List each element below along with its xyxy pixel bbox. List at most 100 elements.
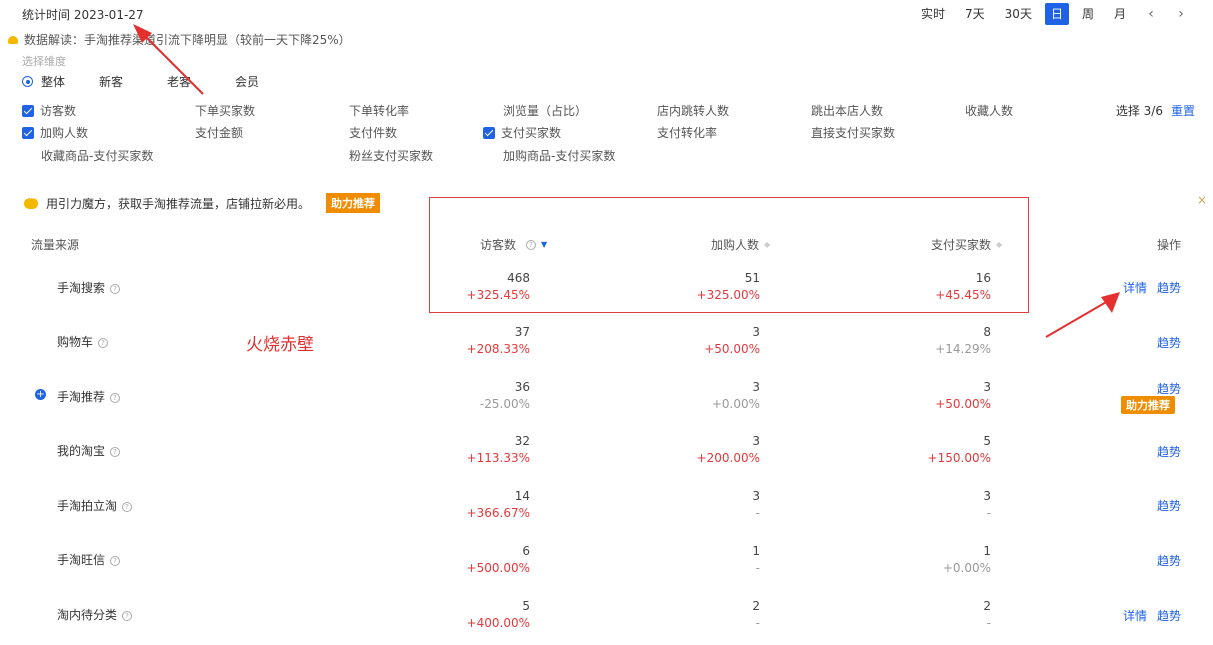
value: 6 xyxy=(522,544,530,558)
annotation-arrow-right xyxy=(1045,292,1120,338)
checkbox-checked-icon xyxy=(22,126,34,139)
metric-label: 支付件数 xyxy=(349,126,398,140)
change: +150.00% xyxy=(927,451,991,465)
cell-pay-buyers: 3- xyxy=(891,489,991,520)
table-row-name: 手淘拍立淘? xyxy=(57,497,133,514)
change: - xyxy=(755,561,760,575)
header-source: 流量来源 xyxy=(31,236,79,253)
help-icon[interactable]: ? xyxy=(110,283,121,294)
value: 3 xyxy=(752,380,760,394)
close-icon[interactable]: × xyxy=(1197,193,1207,207)
reset-button[interactable]: 重置 xyxy=(1171,102,1195,119)
cell-pay-buyers: 3 +50.00% xyxy=(891,380,991,411)
metric-cart-pay[interactable]: 加购商品-支付买家数 xyxy=(503,147,615,164)
period-realtime[interactable]: 实时 xyxy=(914,3,952,25)
help-icon[interactable]: ? xyxy=(98,337,109,348)
source-label: 手淘推荐 xyxy=(57,390,106,404)
metric-label: 支付买家数 xyxy=(501,126,562,140)
metric-pay-buyers[interactable]: 支付买家数 xyxy=(483,124,561,141)
trend-link[interactable]: 趋势 xyxy=(1157,607,1181,624)
change: +50.00% xyxy=(935,397,991,411)
metric-order-buyers[interactable]: 下单买家数 xyxy=(195,102,255,119)
cell-visitors: 37 +208.33% xyxy=(430,325,530,356)
chevron-right-icon[interactable]: › xyxy=(1169,6,1193,22)
promo-assist-button[interactable]: 助力推荐 xyxy=(326,193,381,213)
trend-link[interactable]: 趋势 xyxy=(1157,334,1181,351)
dimension-option-member[interactable]: 会员 xyxy=(235,73,259,90)
period-month[interactable]: 月 xyxy=(1107,3,1133,25)
cell-pay-buyers: 8 +14.29% xyxy=(891,325,991,356)
dimension-option-all[interactable]: 整体 xyxy=(22,73,65,90)
metric-label: 店内跳转人数 xyxy=(657,104,730,118)
help-icon[interactable]: ? xyxy=(110,555,121,566)
cell-pay-buyers: 2- xyxy=(891,599,991,630)
metric-fans-pay[interactable]: 粉丝支付买家数 xyxy=(349,147,433,164)
assist-recommend-button[interactable]: 助力推荐 xyxy=(1121,396,1175,414)
value: 37 xyxy=(514,325,530,339)
dimension-option-old[interactable]: 老客 xyxy=(167,73,191,90)
metric-pay-rate[interactable]: 支付转化率 xyxy=(657,124,717,141)
period-7d[interactable]: 7天 xyxy=(958,3,992,25)
metric-fav-pay[interactable]: 收藏商品-支付买家数 xyxy=(41,147,153,164)
metric-inner-jump[interactable]: 店内跳转人数 xyxy=(657,102,729,119)
expand-plus-icon[interactable]: + xyxy=(35,389,46,400)
change: +0.00% xyxy=(711,397,760,411)
option-label: 老客 xyxy=(167,75,192,89)
change: +113.33% xyxy=(466,451,530,465)
dimension-option-new[interactable]: 新客 xyxy=(99,73,123,90)
help-icon[interactable]: ? xyxy=(122,501,133,512)
help-icon[interactable]: ? xyxy=(110,446,121,457)
trend-link[interactable]: 趋势 xyxy=(1157,443,1181,460)
value: 3 xyxy=(983,380,991,394)
metric-pay-amount[interactable]: 支付金额 xyxy=(195,124,243,141)
data-insight: 数据解读：手淘推荐渠道引流下降明显（较前一天下降25%） xyxy=(8,31,351,48)
metric-pageviews[interactable]: 浏览量（占比） xyxy=(503,102,587,119)
trend-link[interactable]: 趋势 xyxy=(1157,279,1181,296)
period-30d[interactable]: 30天 xyxy=(998,3,1039,25)
period-week[interactable]: 周 xyxy=(1075,3,1101,25)
detail-link[interactable]: 详情 xyxy=(1123,279,1147,296)
detail-link[interactable]: 详情 xyxy=(1123,607,1147,624)
trend-link[interactable]: 趋势 xyxy=(1157,497,1181,514)
value: 2 xyxy=(752,599,760,613)
help-icon[interactable]: ? xyxy=(110,392,121,403)
trend-link[interactable]: 趋势 xyxy=(1157,552,1181,569)
header-label: 操作 xyxy=(1157,238,1182,252)
value: 1 xyxy=(752,544,760,558)
metric-favorites[interactable]: 收藏人数 xyxy=(965,102,1013,119)
change: +0.00% xyxy=(942,561,991,575)
value: 14 xyxy=(514,489,530,503)
trend-link[interactable]: 趋势 xyxy=(1157,380,1181,397)
select-count: 选择 3/6 xyxy=(1115,104,1163,118)
value: 5 xyxy=(522,599,530,613)
metric-pay-items[interactable]: 支付件数 xyxy=(349,124,397,141)
cell-visitors: 6 +500.00% xyxy=(430,544,530,575)
cell-visitors: 14 +366.67% xyxy=(430,489,530,520)
metric-visitors[interactable]: 访客数 xyxy=(22,102,76,119)
option-label: 新客 xyxy=(99,75,124,89)
metric-add-cart[interactable]: 加购人数 xyxy=(22,124,88,141)
change: +14.29% xyxy=(935,342,991,356)
cell-add-cart: 3- xyxy=(660,489,760,520)
header-label: 流量来源 xyxy=(31,238,80,252)
metric-label: 收藏商品-支付买家数 xyxy=(41,149,154,163)
metric-label: 收藏人数 xyxy=(965,104,1014,118)
chat-bubble-icon xyxy=(24,192,38,209)
metric-bounce[interactable]: 跳出本店人数 xyxy=(811,102,883,119)
cell-pay-buyers: 1 +0.00% xyxy=(891,544,991,575)
metric-order-rate[interactable]: 下单转化率 xyxy=(349,102,409,119)
metric-direct-pay[interactable]: 直接支付买家数 xyxy=(811,124,895,141)
source-label: 手淘拍立淘 xyxy=(57,499,118,513)
help-icon[interactable]: ? xyxy=(122,610,133,621)
metric-label: 支付转化率 xyxy=(657,126,718,140)
insight-text: 数据解读：手淘推荐渠道引流下降明显（较前一天下降25%） xyxy=(24,33,351,47)
period-day[interactable]: 日 xyxy=(1044,3,1069,25)
cell-visitors: 32 +113.33% xyxy=(430,434,530,465)
metric-label: 支付金额 xyxy=(195,126,244,140)
value: 8 xyxy=(983,325,991,339)
chevron-left-icon[interactable]: ‹ xyxy=(1139,6,1163,22)
annotation-highlight-box xyxy=(429,197,1029,313)
period-selector: 实时 7天 30天 日 周 月 ‹ › xyxy=(908,3,1193,25)
metric-label: 粉丝支付买家数 xyxy=(349,149,434,163)
value: 5 xyxy=(983,434,991,448)
